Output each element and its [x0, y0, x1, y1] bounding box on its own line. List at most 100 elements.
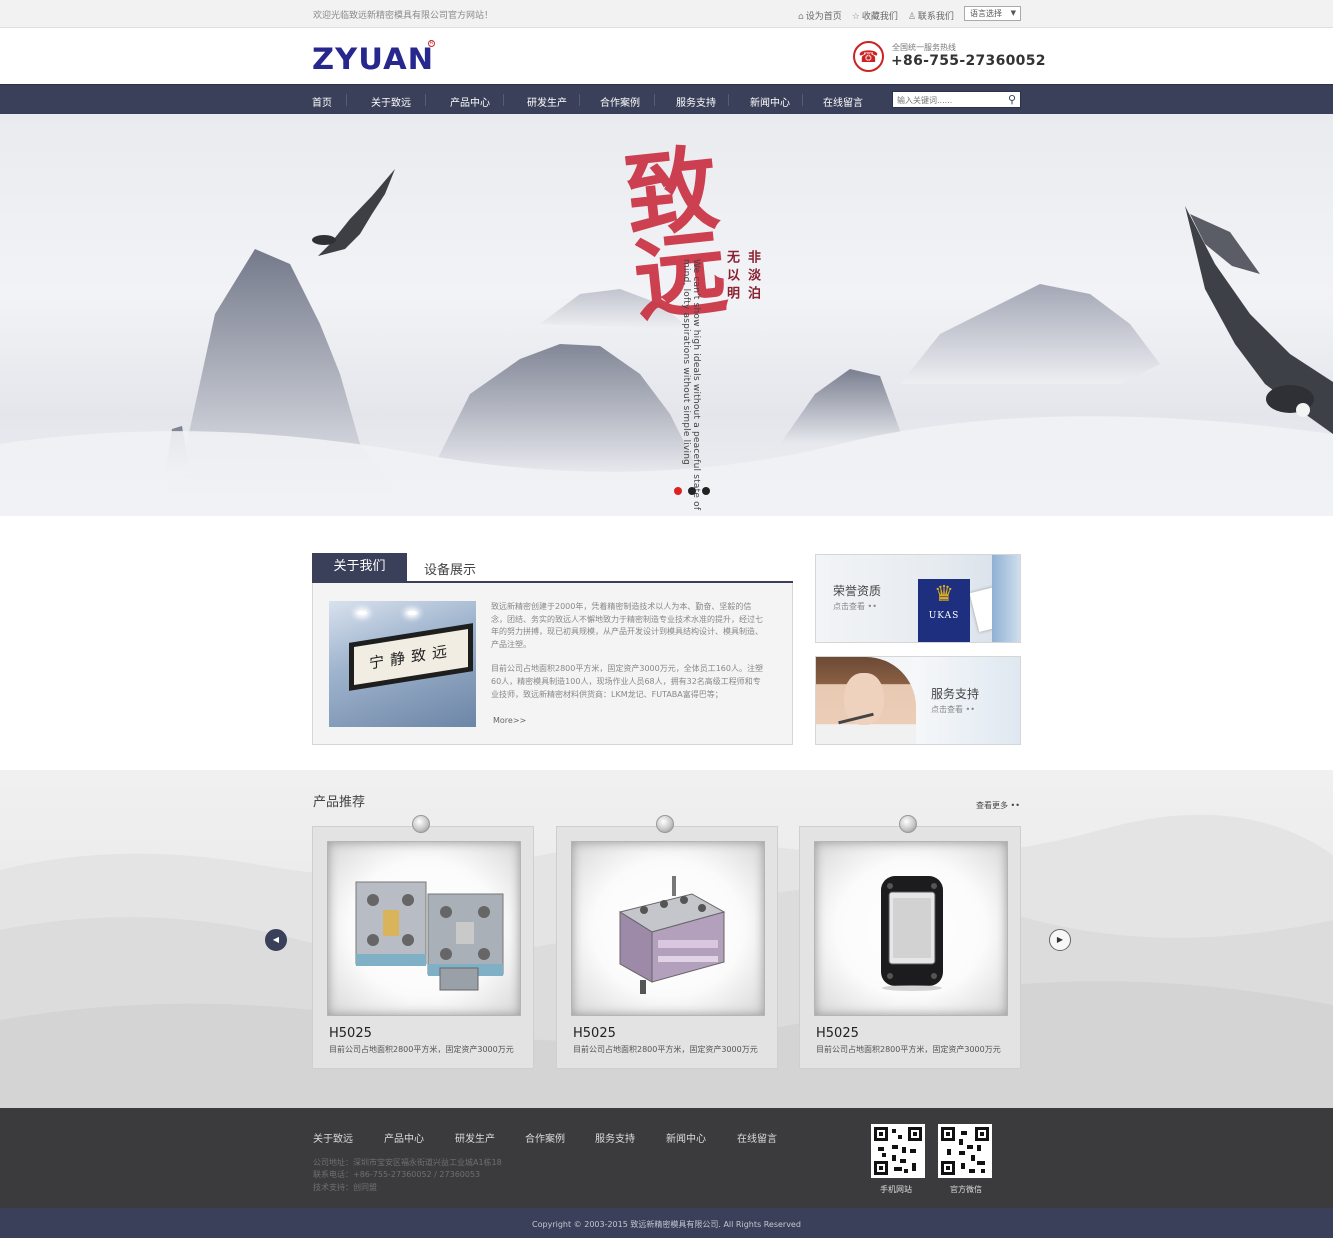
about-more-link[interactable]: More>>: [493, 716, 526, 725]
nav-item-products[interactable]: 产品中心: [450, 94, 490, 109]
product-card[interactable]: H5025 目前公司占地面积2800平方米，固定资产3000万元: [799, 815, 1021, 1069]
about-paragraph: 目前公司占地面积2800平方米，固定资产3000万元，全体员工160人。注塑60…: [491, 664, 763, 699]
hotline-label: 全国统一服务热线: [892, 43, 956, 52]
product-desc: 目前公司占地面积2800平方米，固定资产3000万元: [816, 1045, 1001, 1054]
product-desc: 目前公司占地面积2800平方米，固定资产3000万元: [329, 1045, 514, 1054]
person-icon: ♙: [907, 12, 916, 22]
nav-divider: [802, 94, 803, 106]
service-card[interactable]: 服务支持 点击查看 ••: [815, 656, 1021, 745]
honors-sub: 点击查看 ••: [833, 602, 877, 611]
calligraphy-frame: 宁静致远: [349, 623, 473, 691]
product-image: [571, 841, 765, 1016]
ceiling-lamp: [357, 611, 367, 615]
favorite-link[interactable]: ☆ 收藏我们: [852, 9, 898, 22]
nav-item-message[interactable]: 在线留言: [823, 94, 863, 109]
support-agent-photo: [816, 657, 916, 744]
logo[interactable]: ZYUAN: [312, 42, 434, 76]
building-image: [992, 555, 1020, 642]
carousel-next-button[interactable]: ▶: [1049, 929, 1071, 951]
product-name: H5025: [329, 1026, 372, 1041]
qr-code-mobile: [871, 1124, 925, 1178]
banner-poem: 非淡泊 无以明: [646, 250, 762, 304]
search-box: ⚲: [892, 91, 1021, 108]
qr-icon: [941, 1127, 989, 1175]
top-links: ⌂ 设为首页 ☆ 收藏我们 ♙ 联系我们: [798, 9, 954, 22]
carousel-prev-button[interactable]: ◀: [265, 929, 287, 951]
nav-item-cases[interactable]: 合作案例: [600, 94, 640, 109]
product-image: [814, 841, 1008, 1016]
product-name: H5025: [816, 1026, 859, 1041]
hotline-number: +86-755-27360052: [891, 53, 1046, 69]
about-panel: 宁静致远 致远新精密创建于2000年，凭着精密制造技术以人为本、勤奋、坚毅的信念…: [312, 583, 793, 745]
product-card[interactable]: H5025 目前公司占地面积2800平方米，固定资产3000万元: [312, 815, 534, 1069]
calligraphy-text: 宁静致远: [354, 628, 468, 686]
nav-item-rnd[interactable]: 研发生产: [527, 94, 567, 109]
products-section: 产品推荐 查看更多 •• ◀ ▶ H5025 目前公司占地面积2800平方米，固…: [0, 770, 1333, 1108]
nav-divider: [425, 94, 426, 106]
ukas-badge: ♛ UKAS: [918, 579, 970, 642]
honors-card[interactable]: 荣誉资质 点击查看 •• ♛ UKAS: [815, 554, 1021, 643]
set-home-link[interactable]: ⌂ 设为首页: [798, 9, 842, 22]
footer-link-rnd[interactable]: 研发生产: [455, 1130, 495, 1145]
footer-link-service[interactable]: 服务支持: [595, 1130, 635, 1145]
favorite-label: 收藏我们: [861, 12, 898, 22]
qr-code-wechat: [938, 1124, 992, 1178]
about-photo: 宁静致远: [329, 601, 476, 727]
footer-support: 技术支持：创同盟: [313, 1183, 377, 1192]
footer: 关于致远 产品中心 研发生产 合作案例 服务支持 新闻中心 在线留言 公司地址：…: [0, 1108, 1333, 1208]
nav-divider: [728, 94, 729, 106]
mold-image: [618, 876, 726, 994]
footer-link-products[interactable]: 产品中心: [384, 1130, 424, 1145]
footer-link-news[interactable]: 新闻中心: [666, 1130, 706, 1145]
main-nav: 首页 关于致远 产品中心 研发生产 合作案例 服务支持 新闻中心 在线留言 ⚲: [0, 84, 1333, 114]
nav-divider: [654, 94, 655, 106]
view-more-link[interactable]: 查看更多 ••: [976, 800, 1020, 811]
language-select[interactable]: 语言选择 ▼: [964, 6, 1021, 21]
nav-divider: [503, 94, 504, 106]
header: ZYUAN R ☎ 全国统一服务热线 +86-755-27360052: [0, 28, 1333, 84]
hero-banner: 致远 非淡泊 无以明 We can't show high ideals wit…: [0, 114, 1333, 516]
set-home-label: 设为首页: [805, 12, 842, 22]
footer-address: 公司地址：深圳市宝安区福永街道兴益工业城A1栋18: [313, 1158, 502, 1167]
tab-about-us[interactable]: 关于我们: [312, 553, 407, 589]
about-paragraph: 致远新精密创建于2000年，凭着精密制造技术以人为本、勤奋、坚毅的信念，团结、务…: [491, 602, 763, 649]
product-desc: 目前公司占地面积2800平方米，固定资产3000万元: [573, 1045, 758, 1054]
pin-icon: [656, 815, 674, 833]
nav-divider: [346, 94, 347, 106]
product-image: [327, 841, 521, 1016]
slider-dot[interactable]: [702, 487, 710, 495]
pin-icon: [899, 815, 917, 833]
footer-phone: 联系电话：+86-755-27360052 / 27360053: [313, 1170, 481, 1179]
product-card[interactable]: H5025 目前公司占地面积2800平方米，固定资产3000万元: [556, 815, 778, 1069]
slider-dot[interactable]: [674, 487, 682, 495]
service-sub: 点击查看 ••: [931, 705, 975, 714]
nav-item-service[interactable]: 服务支持: [676, 94, 716, 109]
qr-label-mobile: 手机网站: [880, 1185, 912, 1194]
footer-link-message[interactable]: 在线留言: [737, 1130, 777, 1145]
qr-label-wechat: 官方微信: [950, 1185, 982, 1194]
ceiling-lamp: [407, 611, 417, 615]
ukas-label: UKAS: [928, 611, 960, 621]
service-title: 服务支持: [931, 687, 980, 701]
pin-icon: [412, 815, 430, 833]
nav-item-news[interactable]: 新闻中心: [750, 94, 790, 109]
chevron-right-icon: ▶: [1056, 935, 1064, 944]
honors-title: 荣誉资质: [833, 584, 882, 598]
poem-column: 无以明: [724, 250, 739, 304]
footer-link-about[interactable]: 关于致远: [313, 1130, 353, 1145]
dropdown-arrow-icon: ▼: [1010, 9, 1016, 17]
nav-item-home[interactable]: 首页: [312, 94, 332, 109]
slider-dot[interactable]: [688, 487, 696, 495]
tab-equipment[interactable]: 设备展示: [424, 559, 476, 578]
search-input[interactable]: [893, 93, 999, 108]
contact-link[interactable]: ♙ 联系我们: [908, 9, 954, 22]
nav-item-about[interactable]: 关于致远: [371, 94, 411, 109]
home-icon: ⌂: [798, 12, 804, 22]
products-title: 产品推荐: [313, 795, 366, 810]
search-icon[interactable]: ⚲: [1008, 93, 1016, 106]
crown-icon: ♛: [934, 582, 954, 607]
registered-mark-icon: R: [428, 40, 435, 47]
footer-link-cases[interactable]: 合作案例: [525, 1130, 565, 1145]
slider-dots: [674, 487, 710, 495]
banner-english-quote: We can't show high ideals without a peac…: [681, 259, 701, 511]
